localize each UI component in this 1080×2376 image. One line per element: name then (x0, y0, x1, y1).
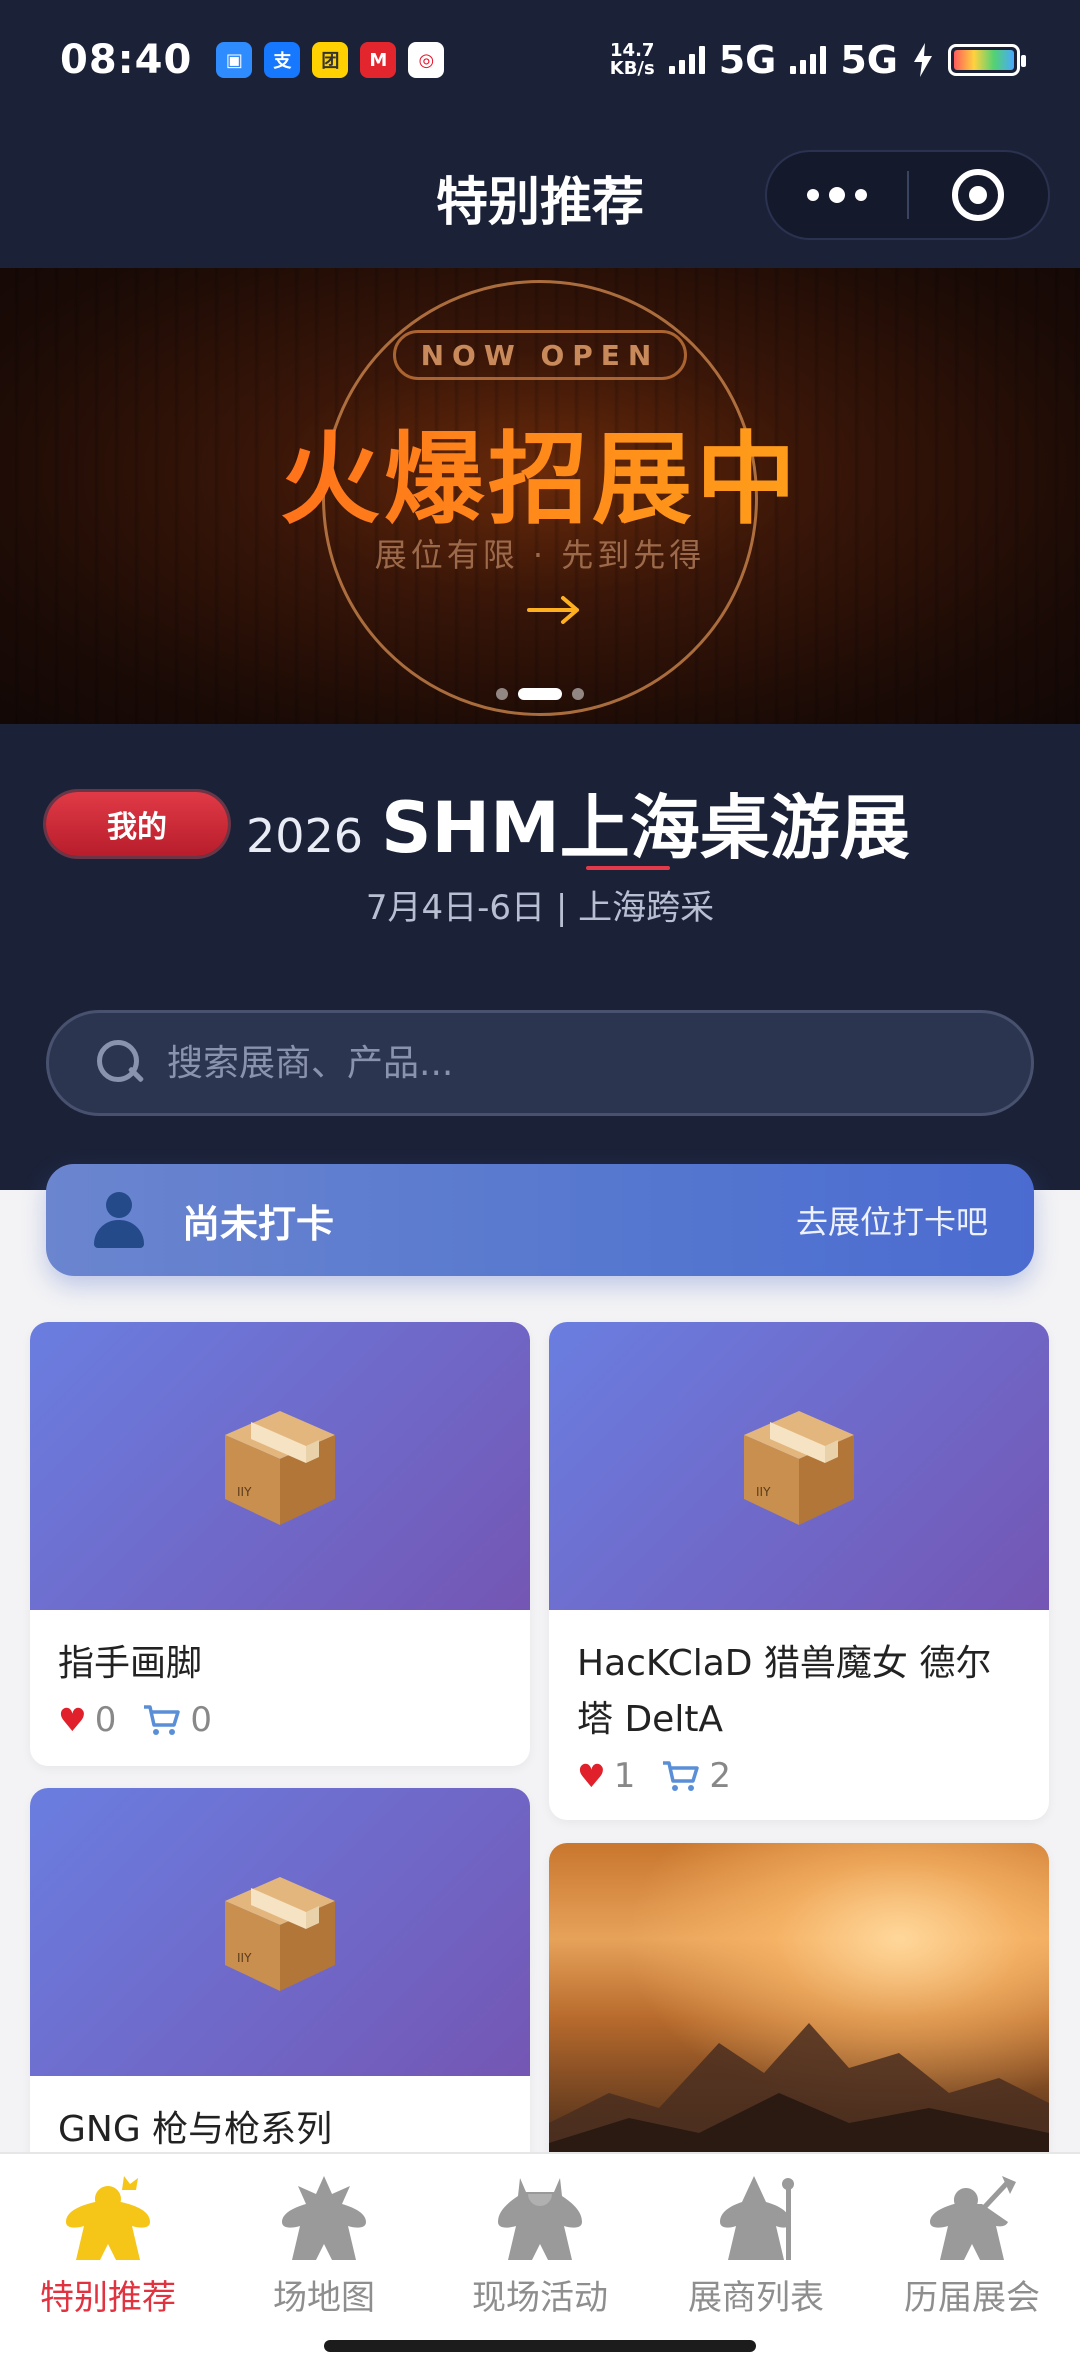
signal-icon (790, 46, 827, 74)
cart-count: 0 (142, 1700, 212, 1740)
my-button[interactable]: 我的 (46, 792, 228, 856)
alipay-app-icon: 支 (264, 42, 301, 78)
tab-label: 特别推荐 (40, 2278, 176, 2318)
banner-tag: NOW OPEN (393, 330, 687, 380)
svg-text:IIY: IIY (756, 1485, 771, 1499)
meeple-viking-icon (498, 2178, 582, 2260)
cart-icon (663, 1761, 700, 1791)
product-thumbnail: IIY (549, 1322, 1049, 1610)
package-icon: IIY (225, 1877, 335, 1991)
battery-icon (948, 44, 1026, 76)
product-photo (549, 1843, 1049, 2163)
close-button[interactable] (909, 152, 1049, 238)
banner-pagination (0, 688, 1080, 700)
product-name: 指手画脚 (58, 1643, 203, 1684)
product-card[interactable]: IIY 指手画脚 ♥ 0 0 (30, 1322, 530, 1766)
target-icon (952, 169, 1005, 221)
promo-banner[interactable]: NOW OPEN 火爆招展中 展位有限 · 先到先得 (0, 268, 1080, 724)
svg-text:IIY: IIY (237, 1951, 252, 1965)
person-icon (92, 1192, 146, 1248)
product-name: HacKClaD 猎兽魔女 德尔塔 DeltA (577, 1643, 992, 1740)
tab-label: 场地图 (273, 2278, 375, 2318)
notification-icons: ▣ 支 团 M ◎ (216, 42, 445, 78)
nav-bar: 特别推荐 (0, 120, 1080, 270)
meeple-star-icon (282, 2176, 366, 2260)
svg-text:IIY: IIY (237, 1485, 252, 1499)
product-card[interactable]: IIY HacKClaD 猎兽魔女 德尔塔 DeltA ♥ 1 2 (549, 1322, 1049, 1820)
cart-icon (144, 1705, 181, 1735)
sim2-network: 5G (840, 38, 898, 82)
banner-subtitle: 展位有限 · 先到先得 (374, 536, 706, 574)
tab-label: 现场活动 (472, 2278, 608, 2318)
product-stats: ♥ 0 0 (30, 1692, 530, 1748)
meeple-wizard-icon (720, 2176, 794, 2260)
cmb-bank-app-icon: M (360, 42, 397, 78)
product-card[interactable]: IIY GNG 枪与枪系列 (30, 1788, 530, 2188)
event-title: 2026 SHM上海桌游展 (246, 772, 910, 873)
event-year: 2026 (246, 809, 364, 863)
message-app-icon: ▣ (216, 42, 253, 78)
more-options-button[interactable] (767, 152, 907, 238)
search-input[interactable] (167, 1042, 967, 1084)
checkin-card[interactable]: 尚未打卡 去展位打卡吧 (46, 1164, 1034, 1276)
tab-past-exhibitions[interactable]: 历届展会 (864, 2154, 1080, 2376)
sim1-network: 5G (718, 38, 777, 82)
title-underline (586, 866, 670, 870)
tab-label: 展商列表 (688, 2278, 824, 2318)
product-stats: ♥ 1 2 (549, 1748, 1049, 1804)
meeple-axe-icon (930, 2176, 1016, 2260)
package-icon: IIY (744, 1411, 854, 1525)
tab-label: 历届展会 (904, 2278, 1040, 2318)
event-name: SHM上海桌游展 (381, 787, 910, 869)
product-thumbnail: IIY (30, 1322, 530, 1610)
product-thumbnail: IIY (30, 1788, 530, 2076)
net-speed: 14.7 KB/s (609, 40, 655, 79)
checkin-link[interactable]: 去展位打卡吧 (796, 1197, 988, 1243)
search-icon (93, 1036, 147, 1090)
tab-featured[interactable]: 特别推荐 (0, 2154, 216, 2376)
banner-dot-active[interactable] (518, 688, 562, 700)
search-bar[interactable] (46, 1010, 1034, 1116)
package-icon: IIY (225, 1411, 335, 1525)
heart-icon: ♥ (58, 1701, 87, 1739)
mini-program-capsule (765, 150, 1050, 240)
charging-icon (914, 43, 932, 77)
product-name: GNG 枪与枪系列 (58, 2109, 333, 2150)
banner-dot[interactable] (496, 688, 508, 700)
status-time: 08:40 (60, 37, 193, 83)
arrow-right-icon (527, 596, 579, 624)
weibo-app-icon: ◎ (408, 42, 445, 78)
likes-count: ♥ 1 (577, 1756, 636, 1796)
likes-count: ♥ 0 (58, 1700, 117, 1740)
meituan-app-icon: 团 (312, 42, 349, 78)
meeple-crown-icon (66, 2176, 150, 2260)
banner-headline: 火爆招展中 (0, 398, 1080, 543)
event-date-location: 7月4日-6日 | 上海跨采 (365, 888, 715, 928)
status-bar: 08:40 ▣ 支 团 M ◎ 14.7 KB/s 5G 5G (0, 0, 1080, 120)
banner-dot[interactable] (572, 688, 584, 700)
home-indicator[interactable] (324, 2340, 756, 2352)
cart-count: 2 (661, 1756, 731, 1796)
checkin-status: 尚未打卡 (182, 1201, 335, 1246)
mountain-image (549, 2023, 1049, 2163)
heart-icon: ♥ (577, 1757, 606, 1795)
product-card[interactable] (549, 1843, 1049, 2203)
signal-icon (668, 46, 705, 74)
status-indicators: 14.7 KB/s 5G 5G (609, 38, 1026, 82)
